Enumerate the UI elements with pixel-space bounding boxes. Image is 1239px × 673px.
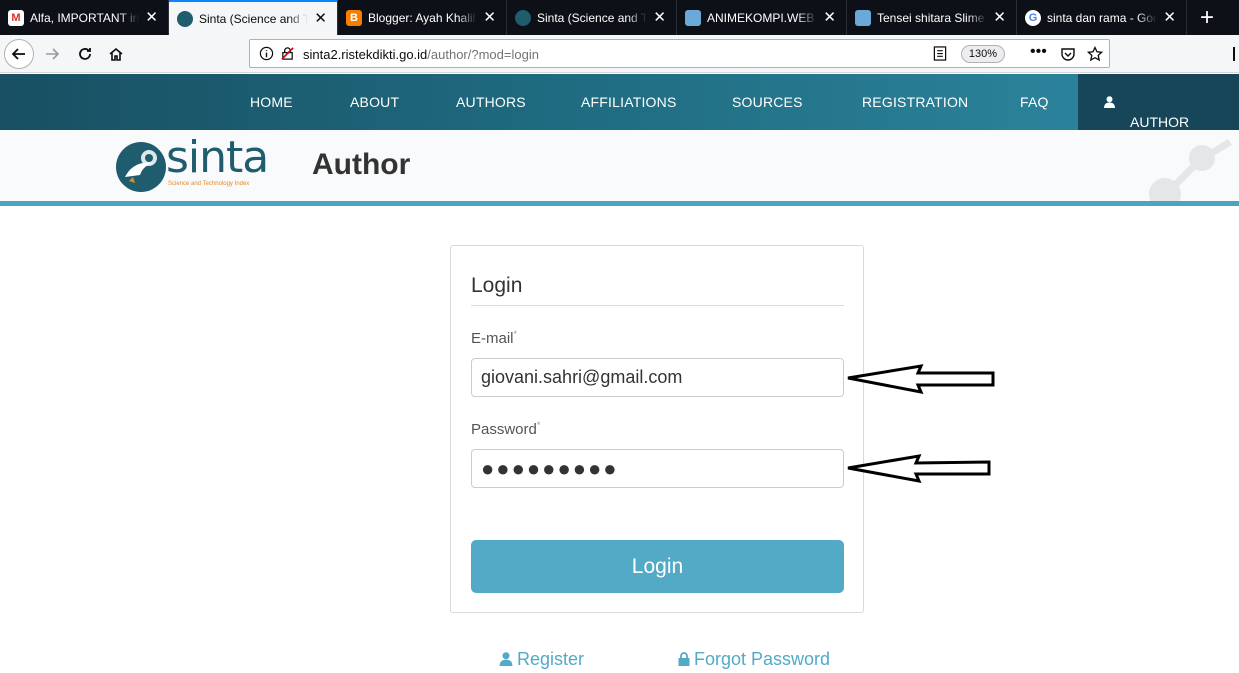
tab-google[interactable]: G sinta dan rama - Goo ✕ (1017, 0, 1187, 35)
blogger-icon: B (346, 9, 362, 26)
user-icon (1104, 96, 1115, 108)
nav-registration[interactable]: REGISTRATION (862, 94, 968, 110)
page-title: Author (312, 148, 411, 181)
heading-divider (471, 305, 844, 306)
close-tab-icon[interactable]: ✕ (653, 10, 666, 25)
page-banner: sinta Science and Technology Index Autho… (0, 130, 1239, 202)
tab-animekompi[interactable]: ANIMEKOMPI.WEB.ID ✕ (677, 0, 847, 35)
browser-tab-strip: M Alfa, IMPORTANT in ✕ Sinta (Science an… (0, 0, 1239, 35)
url-domain: sinta2.ristekdikti.go.id (303, 47, 428, 62)
password-label: Password* (471, 420, 540, 438)
reader-view-icon[interactable] (933, 46, 947, 61)
sinta-icon (515, 9, 531, 26)
tab-gmail[interactable]: M Alfa, IMPORTANT in ✕ (0, 0, 169, 35)
home-button[interactable] (103, 41, 129, 67)
tab-title: ANIMEKOMPI.WEB.ID (707, 10, 818, 25)
tab-title: Alfa, IMPORTANT in (30, 10, 140, 25)
tab-sinta[interactable]: Sinta (Science and Te ✕ (507, 0, 677, 35)
back-arrow-icon (11, 48, 25, 60)
author-login-label: AUTHOR LOGIN (1104, 94, 1189, 146)
pocket-icon[interactable] (1060, 46, 1076, 62)
password-label-text: Password (471, 421, 537, 438)
back-button[interactable] (4, 39, 34, 69)
login-panel: Login E-mail* Password* Login (450, 245, 864, 613)
toolbar-overflow-edge (1233, 47, 1235, 61)
email-field[interactable] (471, 358, 844, 397)
info-icon[interactable] (259, 46, 274, 61)
user-icon (499, 652, 513, 666)
password-field[interactable] (471, 449, 844, 488)
tab-title: Sinta (Science and Te (199, 11, 309, 26)
sinta-logo-icon[interactable] (115, 141, 167, 193)
forward-button[interactable] (39, 41, 65, 67)
site-icon (855, 9, 871, 26)
login-button[interactable]: Login (471, 540, 844, 593)
sinta-icon (177, 10, 193, 27)
lock-icon (678, 652, 690, 666)
arrow-annotation-email-icon (847, 364, 995, 395)
forgot-password-link[interactable]: Forgot Password (678, 649, 830, 670)
required-mark: * (536, 420, 541, 430)
close-tab-icon[interactable]: ✕ (1163, 10, 1176, 25)
tab-title: Blogger: Ayah Khalil (368, 10, 476, 25)
register-link[interactable]: Register (499, 649, 584, 670)
new-tab-button[interactable]: + (1187, 0, 1227, 35)
url-path: /author/?mod=login (427, 47, 539, 62)
google-icon: G (1025, 9, 1041, 26)
site-nav: HOME ABOUT AUTHORS AFFILIATIONS SOURCES … (0, 74, 1239, 146)
tab-title: sinta dan rama - Goo (1047, 10, 1158, 25)
email-label-text: E-mail (471, 330, 514, 347)
login-heading: Login (471, 274, 523, 297)
address-bar[interactable]: sinta2.ristekdikti.go.id/author/?mod=log… (249, 39, 1110, 68)
tab-tensei[interactable]: Tensei shitara Slime D ✕ (847, 0, 1017, 35)
url-text: sinta2.ristekdikti.go.id/author/?mod=log… (303, 47, 539, 62)
bookmark-star-icon[interactable] (1087, 46, 1103, 62)
tab-title: Tensei shitara Slime D (877, 10, 988, 25)
banner-accent-line (0, 201, 1239, 206)
insecure-lock-icon[interactable] (280, 46, 295, 61)
forward-arrow-icon (46, 48, 60, 60)
tab-sinta-active[interactable]: Sinta (Science and Te ✕ (169, 0, 338, 35)
logo-wordmark[interactable]: sinta (166, 132, 269, 183)
gmail-icon: M (8, 9, 24, 26)
tab-blogger[interactable]: B Blogger: Ayah Khalil ✕ (338, 0, 507, 35)
close-tab-icon[interactable]: ✕ (145, 10, 158, 25)
forgot-password-text: Forgot Password (694, 649, 831, 669)
nav-home[interactable]: HOME (250, 94, 293, 110)
nav-about[interactable]: ABOUT (350, 94, 399, 110)
nav-affiliations[interactable]: AFFILIATIONS (581, 94, 677, 110)
logo-tagline: Science and Technology Index (168, 181, 250, 187)
nav-author-login[interactable]: AUTHOR LOGIN (1078, 74, 1239, 146)
page-actions-icon[interactable]: ••• (1030, 43, 1047, 61)
zoom-indicator[interactable]: 130% (961, 45, 1005, 63)
site-icon (685, 9, 701, 26)
nav-faq[interactable]: FAQ (1020, 94, 1049, 110)
browser-toolbar: sinta2.ristekdikti.go.id/author/?mod=log… (0, 35, 1239, 73)
molecule-decoration-icon (1149, 138, 1232, 202)
tab-title: Sinta (Science and Te (537, 10, 648, 25)
reload-button[interactable] (72, 41, 98, 67)
nav-authors[interactable]: AUTHORS (456, 94, 526, 110)
email-label: E-mail* (471, 329, 517, 347)
reload-icon (79, 48, 91, 60)
register-link-text: Register (517, 649, 585, 669)
required-mark: * (513, 329, 518, 339)
close-tab-icon[interactable]: ✕ (823, 10, 836, 25)
home-icon (109, 47, 123, 61)
arrow-annotation-password-icon (847, 454, 991, 483)
close-tab-icon[interactable]: ✕ (314, 11, 327, 26)
close-tab-icon[interactable]: ✕ (993, 10, 1006, 25)
close-tab-icon[interactable]: ✕ (483, 10, 496, 25)
nav-sources[interactable]: SOURCES (732, 94, 803, 110)
